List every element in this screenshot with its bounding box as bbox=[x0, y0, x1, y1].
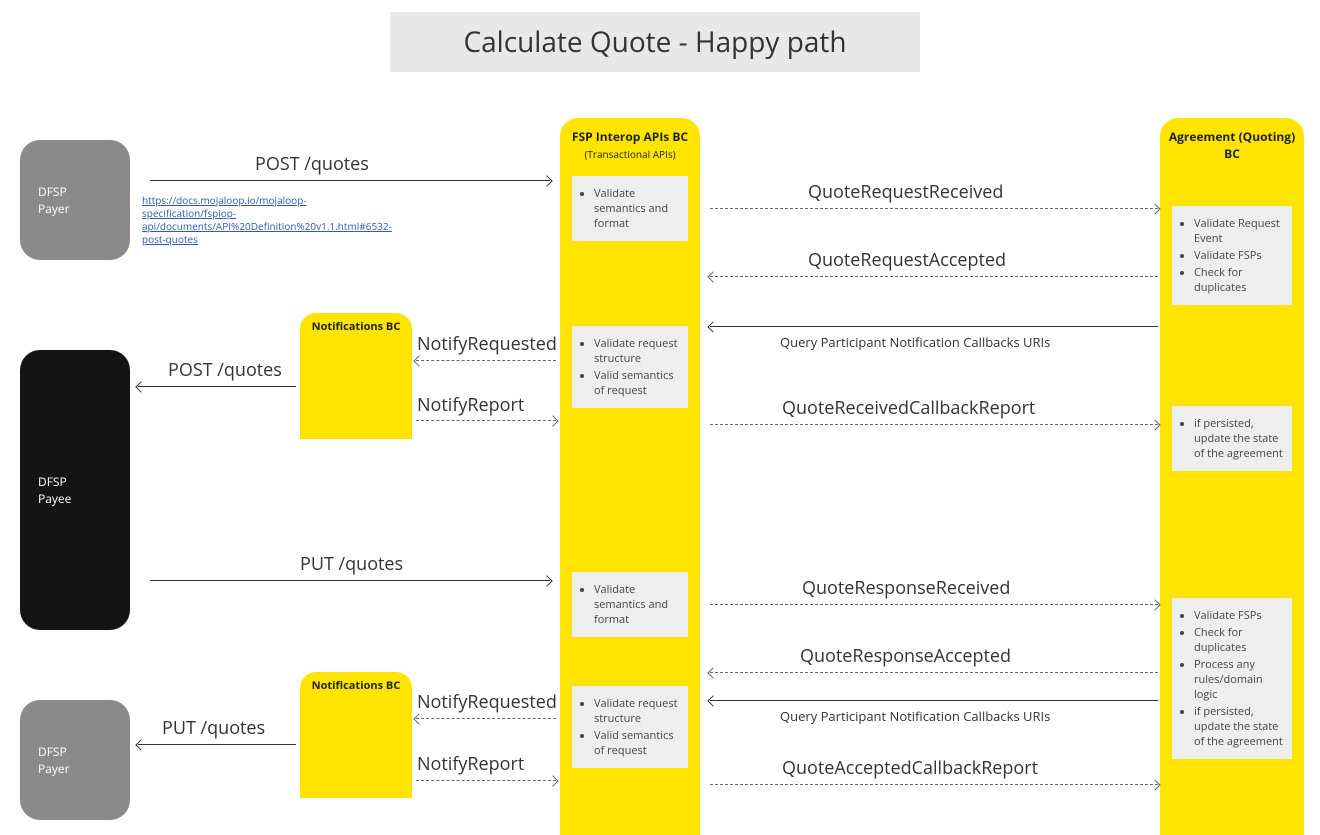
step-agreement-3: Validate FSPs Check for duplicates Proce… bbox=[1172, 598, 1292, 759]
step-text: Valid semantics of request bbox=[594, 368, 680, 398]
label-put-quotes-2: PUT /quotes bbox=[162, 716, 265, 740]
step-text: Validate Request Event bbox=[1194, 216, 1284, 246]
participant-label: Payer bbox=[38, 200, 70, 217]
label-quote-response-accepted: QuoteResponseAccepted bbox=[800, 644, 1011, 668]
participant-label: DFSP bbox=[38, 743, 67, 760]
label-notify-report-2: NotifyReport bbox=[417, 752, 524, 776]
link-api-spec[interactable]: https://docs.mojaloop.io/mojaloop-specif… bbox=[142, 194, 392, 246]
diagram-title: Calculate Quote - Happy path bbox=[390, 12, 920, 72]
step-text: Validate semantics and format bbox=[594, 582, 680, 627]
arrow-notify-report-1 bbox=[416, 420, 556, 422]
step-text: Validate FSPs bbox=[1194, 248, 1284, 263]
arrow-put-quotes-1 bbox=[150, 580, 550, 582]
lifeline-subheader: (Transactional APIs) bbox=[560, 147, 700, 161]
step-text: Check for duplicates bbox=[1194, 625, 1284, 655]
arrow-quote-response-received bbox=[710, 604, 1158, 606]
arrow-post-quotes-2 bbox=[138, 386, 296, 388]
step-text: Process any rules/domain logic bbox=[1194, 657, 1284, 702]
step-text: Validate request structure bbox=[594, 696, 680, 726]
step-text: Validate request structure bbox=[594, 336, 680, 366]
arrow-query-callbacks-1 bbox=[710, 326, 1158, 328]
participant-label: DFSP bbox=[38, 183, 67, 200]
label-notify-requested-2: NotifyRequested bbox=[417, 690, 557, 714]
label-quote-request-accepted: QuoteRequestAccepted bbox=[808, 248, 1006, 272]
label-notify-report-1: NotifyReport bbox=[417, 393, 524, 417]
step-text: Validate semantics and format bbox=[594, 186, 680, 231]
label-query-callbacks-2: Query Participant Notification Callbacks… bbox=[780, 707, 1050, 725]
step-text: Validate FSPs bbox=[1194, 608, 1284, 623]
participant-label: Payer bbox=[38, 760, 70, 777]
label-quote-accepted-callback: QuoteAcceptedCallbackReport bbox=[782, 756, 1038, 780]
label-query-callbacks-1: Query Participant Notification Callbacks… bbox=[780, 333, 1050, 351]
label-put-quotes-1: PUT /quotes bbox=[300, 552, 403, 576]
participant-dfsp-payer-2: DFSP Payer bbox=[20, 700, 130, 820]
lifeline-notifications-2: Notifications BC bbox=[300, 672, 412, 798]
arrow-quote-request-received bbox=[710, 208, 1158, 210]
step-agreement-1: Validate Request Event Validate FSPs Che… bbox=[1172, 206, 1292, 305]
participant-dfsp-payee: DFSP Payee bbox=[20, 350, 130, 630]
step-text: if persisted, update the state of the ag… bbox=[1194, 416, 1284, 461]
step-text: Check for duplicates bbox=[1194, 265, 1284, 295]
arrow-post-quotes-1 bbox=[150, 180, 550, 182]
lifeline-header: Notifications BC bbox=[300, 678, 412, 693]
lifeline-notifications-1: Notifications BC bbox=[300, 313, 412, 439]
arrow-put-quotes-2 bbox=[138, 744, 296, 746]
label-quote-received-callback: QuoteReceivedCallbackReport bbox=[782, 396, 1035, 420]
arrow-quote-response-accepted bbox=[710, 672, 1158, 674]
label-post-quotes-1: POST /quotes bbox=[255, 152, 369, 176]
arrow-notify-report-2 bbox=[416, 780, 556, 782]
participant-label: DFSP bbox=[38, 473, 67, 490]
arrow-quote-accepted-callback bbox=[710, 784, 1158, 786]
label-quote-request-received: QuoteRequestReceived bbox=[808, 180, 1003, 204]
step-agreement-2: if persisted, update the state of the ag… bbox=[1172, 406, 1292, 471]
arrow-notify-requested-1 bbox=[416, 360, 556, 362]
step-fsp-validate-1: Validate semantics and format bbox=[572, 176, 688, 241]
label-quote-response-received: QuoteResponseReceived bbox=[802, 576, 1010, 600]
lifeline-header: FSP Interop APIs BC bbox=[560, 128, 700, 145]
step-fsp-validate-2: Validate request structure Valid semanti… bbox=[572, 326, 688, 408]
step-fsp-validate-3: Validate semantics and format bbox=[572, 572, 688, 637]
arrow-quote-received-callback bbox=[710, 424, 1158, 426]
arrow-quote-request-accepted bbox=[710, 276, 1158, 278]
label-notify-requested-1: NotifyRequested bbox=[417, 332, 557, 356]
step-fsp-validate-4: Validate request structure Valid semanti… bbox=[572, 686, 688, 768]
step-text: if persisted, update the state of the ag… bbox=[1194, 704, 1284, 749]
label-post-quotes-2: POST /quotes bbox=[168, 358, 282, 382]
lifeline-header: Notifications BC bbox=[300, 319, 412, 334]
lifeline-header: Agreement (Quoting) BC bbox=[1160, 128, 1304, 162]
step-text: Valid semantics of request bbox=[594, 728, 680, 758]
arrow-notify-requested-2 bbox=[416, 718, 556, 720]
participant-dfsp-payer-1: DFSP Payer bbox=[20, 140, 130, 260]
arrow-query-callbacks-2 bbox=[710, 700, 1158, 702]
participant-label: Payee bbox=[38, 490, 71, 507]
